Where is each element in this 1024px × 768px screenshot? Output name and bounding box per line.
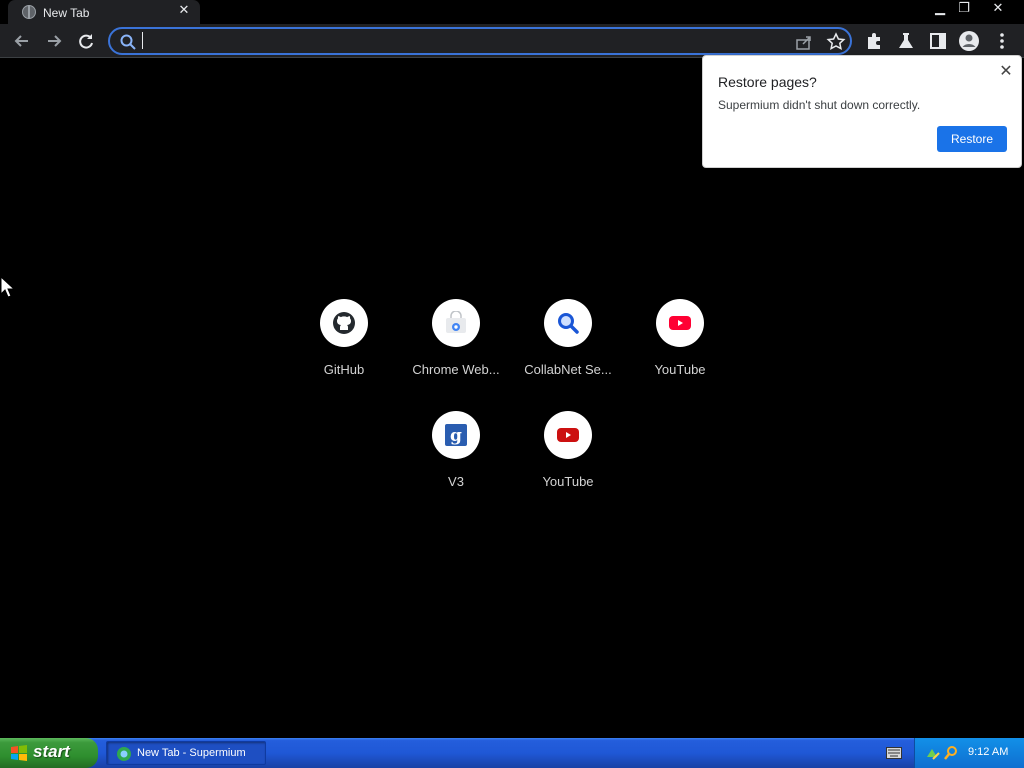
youtube-icon (669, 316, 691, 330)
arrow-right-icon (48, 35, 62, 47)
tab-close-button[interactable]: ✕ (176, 3, 192, 19)
tab-new-tab[interactable]: New Tab ✕ (8, 0, 200, 24)
profile-icon[interactable] (958, 30, 980, 52)
minimize-button[interactable]: ▁ (929, 1, 951, 17)
magnifier-icon (558, 313, 579, 334)
search-tray-icon[interactable] (943, 745, 959, 761)
star-icon[interactable] (826, 32, 846, 52)
search-icon (120, 34, 136, 50)
reload-button[interactable] (74, 30, 98, 52)
reload-icon (79, 34, 93, 49)
browser-toolbar (0, 24, 1024, 58)
dialog-title: Restore pages? (718, 74, 817, 90)
mouse-cursor-icon (0, 276, 14, 298)
clock: 9:12 AM (968, 746, 1009, 758)
restore-pages-dialog: Restore pages? Supermium didn't shut dow… (702, 55, 1022, 168)
tab-title: New Tab (43, 6, 90, 20)
puzzle-icon[interactable] (863, 30, 885, 52)
flask-icon[interactable] (895, 30, 917, 52)
shortcut-youtube[interactable]: YouTube (632, 299, 728, 395)
youtube-icon (557, 428, 579, 442)
taskbar-item-label: New Tab - Supermium (137, 747, 246, 759)
taskbar-item-supermium[interactable]: New Tab - Supermium (106, 741, 266, 765)
share-icon[interactable] (794, 32, 814, 52)
shortcut-label: GitHub (323, 362, 365, 377)
taskbar: start New Tab - Supermium 9:12 AM (0, 738, 1024, 768)
shortcut-label: YouTube (542, 474, 594, 489)
shortcut-label: YouTube (654, 362, 706, 377)
back-button[interactable] (10, 30, 34, 52)
tab-strip: New Tab ✕ ▁ ❐ ✕ (0, 0, 1024, 24)
globe-icon (22, 5, 36, 19)
shortcut-label: Chrome Web... (412, 362, 500, 377)
shortcut-youtube-2[interactable]: YouTube (520, 411, 616, 507)
shortcut-github[interactable]: GitHub (296, 299, 392, 395)
shortcut-label: CollabNet Se... (524, 362, 612, 377)
github-icon (333, 312, 355, 334)
close-icon[interactable]: ✕ (997, 62, 1015, 80)
omnibox[interactable] (108, 27, 852, 55)
text-caret (142, 32, 143, 49)
dialog-message: Supermium didn't shut down correctly. (718, 98, 921, 112)
windows-logo-icon (11, 745, 27, 761)
close-window-button[interactable]: ✕ (987, 1, 1009, 17)
forward-button[interactable] (42, 30, 66, 52)
svg-text:g: g (450, 426, 462, 446)
shortcut-label: V3 (448, 474, 464, 489)
address-input[interactable] (140, 31, 780, 51)
system-tray: 9:12 AM (914, 738, 1024, 768)
network-icon[interactable] (925, 745, 941, 761)
google-icon: g (445, 424, 467, 446)
shortcut-chrome-web-store[interactable]: Chrome Web... (408, 299, 504, 395)
chrome-web-store-icon (446, 311, 466, 333)
restore-window-button[interactable]: ❐ (953, 1, 975, 17)
shortcut-collabnet[interactable]: CollabNet Se... (520, 299, 616, 395)
arrow-left-icon (14, 35, 28, 47)
keyboard-icon[interactable] (886, 747, 902, 759)
start-button[interactable]: start (0, 738, 98, 768)
browser-icon (117, 747, 131, 761)
side-panel-icon[interactable] (927, 30, 949, 52)
start-label: start (33, 742, 70, 761)
kebab-menu-icon[interactable] (991, 30, 1013, 52)
shortcut-v3[interactable]: g V3 (408, 411, 504, 507)
restore-button[interactable]: Restore (937, 126, 1007, 152)
